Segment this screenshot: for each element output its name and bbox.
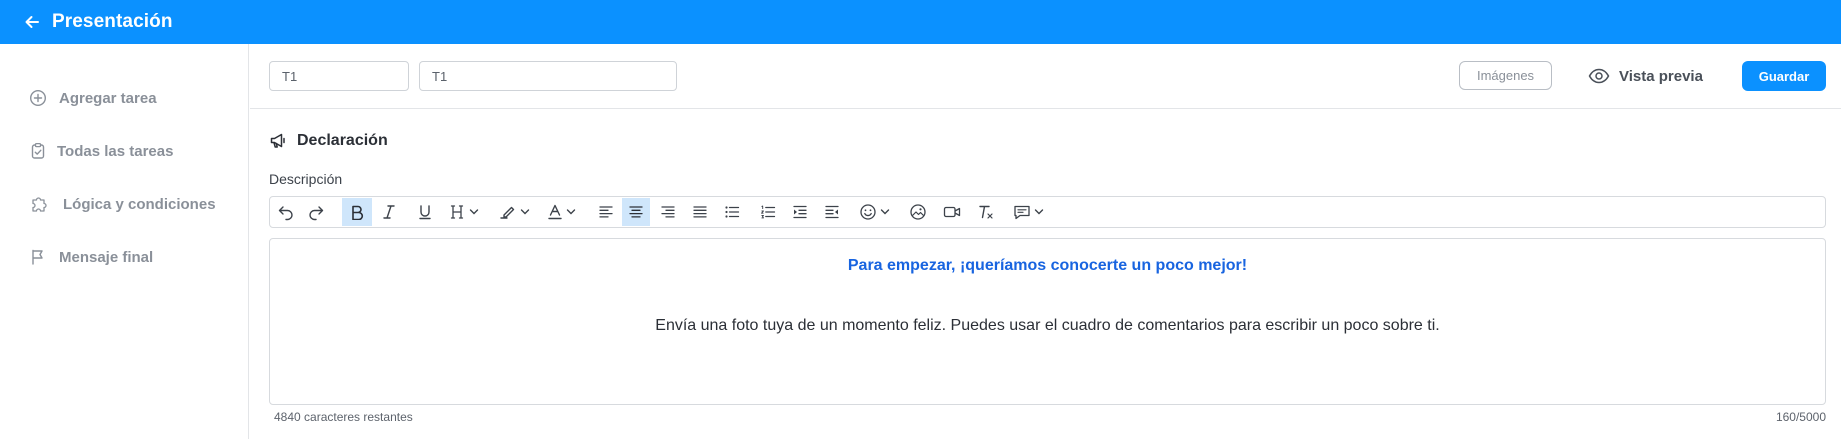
video-button[interactable] [938, 198, 966, 226]
app-title: Presentación [52, 11, 173, 32]
flag-icon [29, 248, 47, 266]
sidebar: Agregar tarea Todas las tareas Lógica y … [0, 44, 249, 439]
preview-button[interactable]: Vista previa [1588, 62, 1703, 90]
sidebar-item-all-tasks[interactable]: Todas las tareas [29, 138, 173, 164]
redo-button[interactable] [302, 198, 330, 226]
sidebar-item-label: Mensaje final [59, 248, 154, 266]
top-bar: Presentación [0, 0, 1841, 44]
task-code-input[interactable] [269, 61, 409, 91]
arrow-left-icon [25, 16, 39, 28]
task-header: Imágenes Vista previa Guardar [250, 44, 1841, 109]
sidebar-item-add-task[interactable]: Agregar tarea [29, 85, 157, 111]
editor-body-text: Envía una foto tuya de un momento feliz.… [655, 317, 1440, 334]
images-button[interactable]: Imágenes [1459, 61, 1552, 90]
remaining-characters: 4840 caracteres restantes [274, 410, 413, 424]
outdent-icon [825, 205, 839, 219]
align-left-icon [599, 206, 613, 218]
bold-button[interactable] [342, 198, 372, 226]
align-center-button[interactable] [622, 198, 650, 226]
bullet-list-icon [725, 206, 740, 218]
highlighter-icon [499, 206, 514, 219]
numbered-list-icon [761, 205, 776, 219]
megaphone-icon [270, 133, 285, 148]
video-camera-icon [943, 206, 961, 218]
sidebar-item-label: Todas las tareas [57, 142, 174, 160]
back-button[interactable] [16, 6, 48, 38]
task-name-input[interactable] [419, 61, 677, 91]
character-count: 160/5000 [1775, 410, 1826, 424]
plus-circle-icon [29, 89, 47, 107]
heading-dropdown[interactable] [446, 198, 482, 226]
chevron-down-icon [469, 209, 478, 215]
align-justify-button[interactable] [686, 198, 714, 226]
outdent-button[interactable] [818, 198, 846, 226]
align-right-button[interactable] [654, 198, 682, 226]
puzzle-icon [29, 195, 51, 213]
align-right-icon [661, 206, 675, 218]
font-color-dropdown[interactable] [542, 198, 580, 226]
emoji-icon [859, 204, 876, 220]
clear-format-button[interactable] [972, 198, 1000, 226]
description-label: Descripción [269, 171, 343, 187]
indent-button[interactable] [786, 198, 814, 226]
emoji-dropdown[interactable] [854, 198, 894, 226]
font-color-icon [547, 204, 562, 220]
redo-icon [309, 206, 324, 221]
highlight-dropdown[interactable] [494, 198, 534, 226]
main-content: Imágenes Vista previa Guardar Declaració… [250, 44, 1841, 439]
editor-toolbar [269, 196, 1826, 228]
align-left-button[interactable] [592, 198, 620, 226]
rich-text-editor[interactable]: Para empezar, ¡queríamos conocerte un po… [269, 238, 1826, 405]
section-title-text: Declaración [297, 132, 388, 149]
indent-icon [793, 205, 807, 219]
preview-label: Vista previa [1619, 67, 1703, 85]
clipboard-check-icon [29, 142, 47, 160]
bullet-list-button[interactable] [718, 198, 746, 226]
chevron-down-icon [1034, 209, 1043, 215]
bold-icon [352, 205, 364, 220]
sidebar-item-logic[interactable]: Lógica y condiciones [29, 191, 216, 217]
sidebar-item-label: Lógica y condiciones [63, 195, 216, 213]
undo-button[interactable] [272, 198, 300, 226]
chevron-down-icon [880, 209, 889, 215]
image-button[interactable] [904, 198, 932, 226]
section-title: Declaración [269, 129, 388, 153]
sidebar-item-label: Agregar tarea [59, 89, 157, 107]
chevron-down-icon [566, 209, 575, 215]
eye-icon [1588, 68, 1610, 84]
chevron-down-icon [520, 209, 529, 215]
underline-icon [419, 205, 431, 220]
clear-format-icon [979, 205, 993, 219]
align-justify-icon [693, 206, 707, 218]
comment-dropdown[interactable] [1008, 198, 1048, 226]
underline-button[interactable] [410, 198, 440, 226]
sidebar-item-final-message[interactable]: Mensaje final [29, 244, 153, 270]
save-button[interactable]: Guardar [1742, 61, 1826, 91]
editor-heading: Para empezar, ¡queríamos conocerte un po… [847, 257, 1248, 274]
numbered-list-button[interactable] [754, 198, 782, 226]
italic-button[interactable] [374, 198, 404, 226]
italic-icon [383, 205, 395, 219]
undo-icon [278, 206, 293, 221]
comment-icon [1013, 205, 1030, 220]
image-icon [910, 204, 926, 220]
align-center-icon [629, 206, 643, 218]
heading-icon [450, 205, 463, 219]
